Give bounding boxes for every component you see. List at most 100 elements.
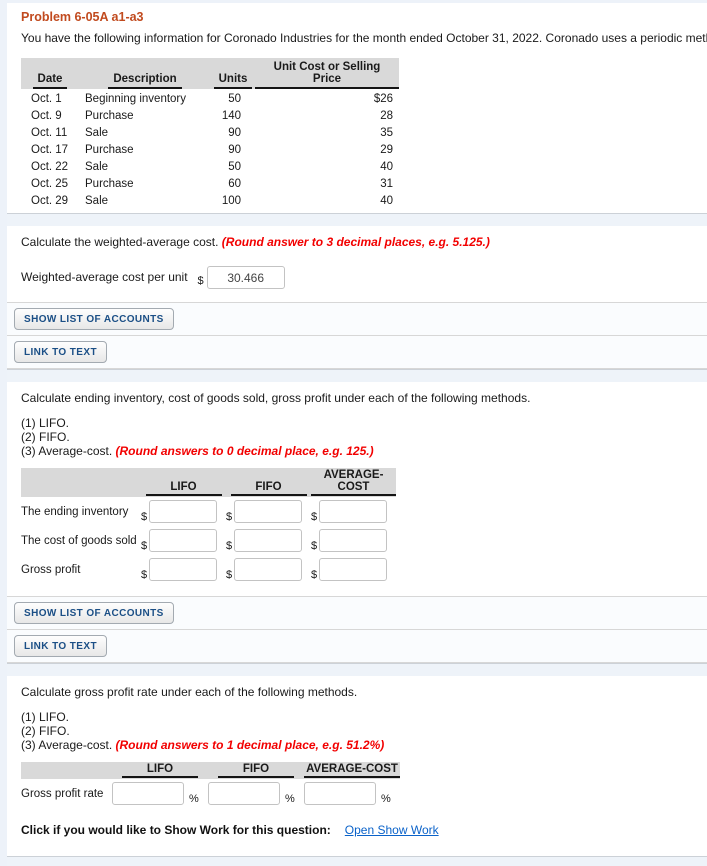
table-row: Gross profit $ $ $ [21,555,396,584]
percent-sign: % [285,793,295,805]
section-methods: Calculate ending inventory, cost of good… [7,391,707,663]
dollar-sign: $ [141,569,148,581]
rounding-note: (Round answer to 3 decimal places, e.g. … [221,235,490,249]
dollar-sign: $ [197,275,204,287]
page-title: Problem 6-05A a1-a3 [21,10,144,24]
cell-price: 40 [380,194,393,207]
row-label-gross-profit-rate: Gross profit rate [21,787,104,800]
method-item-lifo: (1) LIFO. [21,416,70,430]
cell-description: Sale [85,126,109,139]
cell-units: 50 [228,92,241,105]
table-row: Oct. 25 Purchase 60 31 [21,174,399,191]
cell-date: Oct. 1 [31,92,62,105]
gross-profit-rate-average-input[interactable] [304,782,376,805]
cell-date: Oct. 29 [31,194,69,207]
cell-rate-fifo: % [208,779,304,808]
cell-price: 35 [380,126,393,139]
show-list-of-accounts-button[interactable]: SHOW LIST OF ACCOUNTS [14,602,174,624]
cell-cogs-average: $ [311,526,396,555]
method-item-fifo: (2) FIFO. [21,724,70,738]
actions-row: LINK TO TEXT [7,630,707,663]
cogs-average-input[interactable] [319,529,388,552]
cogs-fifo-input[interactable] [234,529,303,552]
section-gross-profit-rate: Calculate gross profit rate under each o… [7,685,707,856]
table-row: Oct. 22 Sale 50 40 [21,157,399,174]
column-header-lifo: LIFO [141,468,226,497]
show-list-of-accounts-button[interactable]: SHOW LIST OF ACCOUNTS [14,308,174,330]
table-row: The cost of goods sold $ $ $ [21,526,396,555]
table-row: The ending inventory $ $ $ [21,497,396,526]
row-label-ending-inventory: The ending inventory [21,505,129,518]
inventory-header-row: Date Description Units Unit Cost or Sell… [21,58,399,89]
problem-page: Problem 6-05A a1-a3 You have the followi… [7,3,707,866]
column-header-fifo: FIFO [226,468,311,497]
cell-cogs-lifo: $ [141,526,226,555]
table-row: Oct. 9 Purchase 140 28 [21,106,399,123]
cell-description: Purchase [85,177,134,190]
gross-profit-rate-grid: LIFO FIFO AVERAGE-COST Gross profit rate… [21,762,400,808]
ending-inventory-lifo-input[interactable] [149,500,218,523]
cogs-lifo-input[interactable] [149,529,218,552]
rounding-note: (Round answers to 1 decimal place, e.g. … [115,738,385,752]
cell-price: $26 [373,92,393,105]
actions-row: LINK TO TEXT [7,336,707,369]
prompt-gross-profit-rate: Calculate gross profit rate under each o… [21,685,358,699]
actions-row: SHOW LIST OF ACCOUNTS [7,303,707,336]
problem-statement: You have the following information for C… [21,31,707,45]
section-divider [7,369,707,382]
weighted-average-field-row: Weighted-average cost per unit $ [21,266,707,289]
methods-header-row: LIFO FIFO AVERAGE-COST [21,762,400,779]
cell-rate-lifo: % [112,779,208,808]
link-to-text-button[interactable]: LINK TO TEXT [14,341,107,363]
table-row: Oct. 11 Sale 90 35 [21,123,399,140]
dollar-sign: $ [311,569,318,581]
cell-units: 90 [228,143,241,156]
cell-units: 140 [221,109,241,122]
cell-description: Purchase [85,109,134,122]
rounding-note: (Round answers to 0 decimal place, e.g. … [115,444,374,458]
method-list: (1) LIFO. (2) FIFO. (3) Average-cost. (R… [21,416,707,458]
cell-ending-inventory-lifo: $ [141,497,226,526]
cell-date: Oct. 11 [31,126,68,139]
gross-profit-fifo-input[interactable] [234,558,303,581]
cell-description: Sale [85,160,109,173]
field-label: Weighted-average cost per unit [21,270,188,284]
weighted-average-cost-input[interactable] [206,266,285,289]
methods-header-row: LIFO FIFO AVERAGE-COST [21,468,396,497]
show-work-label: Click if you would like to Show Work for… [21,823,331,837]
section-divider [7,213,707,226]
cell-gross-profit-average: $ [311,555,396,584]
cell-cogs-fifo: $ [226,526,311,555]
gross-profit-rate-lifo-input[interactable] [112,782,184,805]
column-header-fifo: FIFO [208,762,304,779]
column-header-date: Date [21,58,79,89]
gross-profit-lifo-input[interactable] [149,558,218,581]
percent-sign: % [189,793,199,805]
cell-ending-inventory-average: $ [311,497,396,526]
gross-profit-rate-fifo-input[interactable] [208,782,280,805]
column-header-average-cost: AVERAGE-COST [304,762,400,779]
dollar-sign: $ [226,540,233,552]
open-show-work-link[interactable]: Open Show Work [345,823,439,837]
show-work-row: Click if you would like to Show Work for… [21,823,707,837]
cell-date: Oct. 22 [31,160,69,173]
cell-units: 100 [221,194,241,207]
cell-units: 50 [228,160,241,173]
table-row: Oct. 1 Beginning inventory 50 $26 [21,89,399,106]
method-item-average: (3) Average-cost. (Round answers to 0 de… [21,444,374,458]
column-header-average-cost: AVERAGE-COST [311,468,396,497]
section-divider [7,856,707,866]
cell-price: 29 [380,143,393,156]
method-item-average: (3) Average-cost. (Round answers to 1 de… [21,738,385,752]
ending-inventory-fifo-input[interactable] [234,500,303,523]
prompt-methods: Calculate ending inventory, cost of good… [21,391,531,405]
ending-inventory-average-input[interactable] [319,500,388,523]
cell-price: 31 [380,177,393,190]
table-row: Oct. 29 Sale 100 40 [21,191,399,208]
gross-profit-average-input[interactable] [319,558,388,581]
link-to-text-button[interactable]: LINK TO TEXT [14,635,107,657]
cell-description: Purchase [85,143,134,156]
prompt-weighted-average: Calculate the weighted-average cost. (Ro… [21,235,490,249]
cell-price: 28 [380,109,393,122]
method-item-fifo: (2) FIFO. [21,430,70,444]
